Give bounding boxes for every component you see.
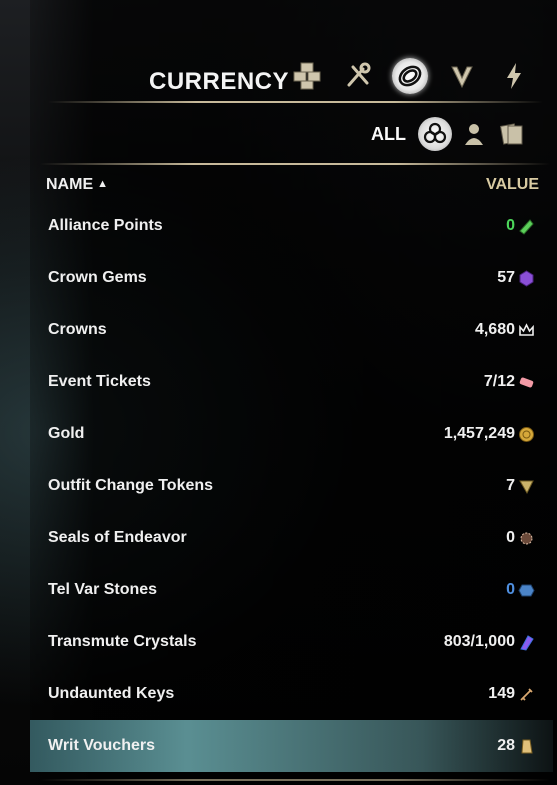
list-item[interactable]: Undaunted Keys 149 xyxy=(30,668,553,720)
character-icon[interactable] xyxy=(457,117,491,151)
list-item[interactable]: Event Tickets 7/12 xyxy=(30,356,553,408)
telvar-icon xyxy=(518,582,535,599)
list-item[interactable]: Crown Gems 57 xyxy=(30,252,553,304)
row-name: Transmute Crystals xyxy=(48,633,197,650)
tools-icon[interactable] xyxy=(340,58,376,94)
crystal-icon xyxy=(518,634,535,651)
blocks-icon[interactable] xyxy=(289,58,325,94)
row-name: Alliance Points xyxy=(48,217,163,234)
key-icon xyxy=(518,686,535,703)
gold-icon xyxy=(518,426,535,443)
row-value: 4,680 xyxy=(474,321,515,338)
list-item-selected[interactable]: Writ Vouchers 28 xyxy=(30,720,553,772)
row-value: 0 xyxy=(506,581,515,598)
list-item[interactable]: Seals of Endeavor 0 xyxy=(30,512,553,564)
footer-divider xyxy=(40,779,550,781)
outfit-token-icon xyxy=(518,478,535,495)
row-name: Undaunted Keys xyxy=(48,685,175,702)
filter-label: ALL xyxy=(371,124,406,144)
name-column-header[interactable]: NAME ▲ xyxy=(46,176,108,194)
voucher-icon xyxy=(518,738,535,755)
row-value: 0 xyxy=(506,217,515,234)
list-item[interactable]: Gold 1,457,249 xyxy=(30,408,553,460)
row-value: 0 xyxy=(506,529,515,546)
row-name: Gold xyxy=(48,425,85,442)
row-value: 7/12 xyxy=(483,373,515,390)
row-name: Tel Var Stones xyxy=(48,581,158,598)
crown-icon xyxy=(518,322,535,339)
alliance-points-icon xyxy=(518,218,535,235)
row-name: Event Tickets xyxy=(48,373,151,390)
value-column-header[interactable]: VALUE xyxy=(486,176,539,194)
row-value: 149 xyxy=(488,685,515,702)
sort-ascending-icon: ▲ xyxy=(97,178,108,190)
row-name: Crown Gems xyxy=(48,269,147,286)
currency-list: Alliance Points 0 Crown Gems 57 Crowns 4… xyxy=(30,200,553,772)
row-name: Seals of Endeavor xyxy=(48,529,187,546)
chevron-icon[interactable] xyxy=(444,58,480,94)
page-title: CURRENCY xyxy=(149,68,290,95)
seal-icon xyxy=(518,530,535,547)
account-icon[interactable] xyxy=(495,117,529,151)
name-header-label: NAME xyxy=(46,176,94,193)
ticket-icon xyxy=(518,374,535,391)
lightning-icon[interactable] xyxy=(496,58,532,94)
all-filter-icon[interactable] xyxy=(418,117,452,151)
coin-icon[interactable] xyxy=(392,58,428,94)
list-item[interactable]: Alliance Points 0 xyxy=(30,200,553,252)
row-name: Crowns xyxy=(48,321,107,338)
filter-divider xyxy=(40,163,550,165)
row-value: 57 xyxy=(497,269,515,286)
list-item[interactable]: Transmute Crystals 803/1,000 xyxy=(30,616,553,668)
row-name: Outfit Change Tokens xyxy=(48,477,214,494)
row-value: 28 xyxy=(497,737,515,754)
crown-gem-icon xyxy=(518,269,535,287)
header-divider xyxy=(48,101,543,103)
list-item[interactable]: Crowns 4,680 xyxy=(30,304,553,356)
row-value: 1,457,249 xyxy=(443,425,515,442)
list-item[interactable]: Tel Var Stones 0 xyxy=(30,564,553,616)
list-item[interactable]: Outfit Change Tokens 7 xyxy=(30,460,553,512)
row-name: Writ Vouchers xyxy=(48,737,155,754)
row-value: 7 xyxy=(506,477,515,494)
row-value: 803/1,000 xyxy=(443,633,515,650)
